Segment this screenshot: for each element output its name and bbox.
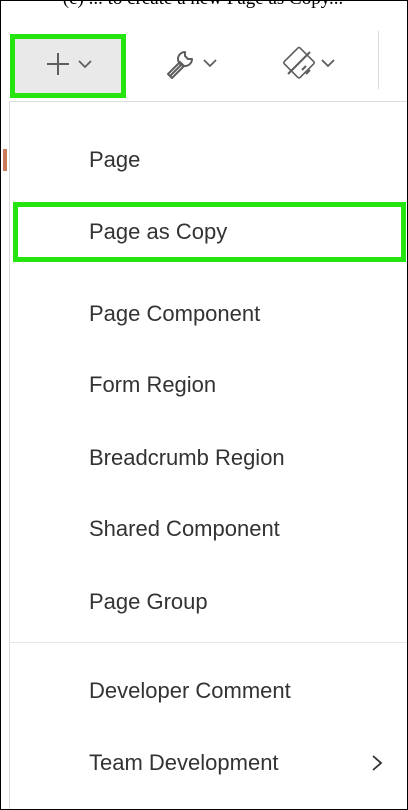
plus-icon <box>43 49 73 84</box>
menu-item-label: Page Group <box>89 589 208 614</box>
menu-item-developer-comment[interactable]: Developer Comment <box>10 661 407 721</box>
menu-item-label: Shared Component <box>89 516 280 541</box>
background-edge-mark <box>3 149 7 171</box>
chevron-down-icon <box>202 56 218 74</box>
create-dropdown-menu: Page Page as Copy Page Component Form Re… <box>9 101 407 809</box>
menu-item-label: Form Region <box>89 372 217 397</box>
toolbar-divider <box>378 31 379 89</box>
shared-components-menu-button[interactable] <box>259 31 359 99</box>
shared-components-icon <box>282 46 316 85</box>
menu-item-page-component[interactable]: Page Component <box>10 284 407 344</box>
menu-item-label: Page Component <box>89 301 261 326</box>
menu-item-page-group[interactable]: Page Group <box>10 572 407 632</box>
menu-divider <box>10 642 407 643</box>
utilities-menu-button[interactable] <box>141 31 241 99</box>
menu-item-page-as-copy[interactable]: Page as Copy <box>13 202 406 262</box>
wrench-icon <box>164 46 198 85</box>
chevron-down-icon <box>320 56 336 74</box>
figure-caption: (e) ... to create a new Page as Copy... <box>0 0 406 10</box>
menu-item-label: Breadcrumb Region <box>89 445 285 470</box>
menu-item-page[interactable]: Page <box>10 130 407 190</box>
menu-item-shared-component[interactable]: Shared Component <box>10 499 407 559</box>
chevron-down-icon <box>77 57 93 75</box>
menu-item-breadcrumb-region[interactable]: Breadcrumb Region <box>10 428 407 488</box>
menu-item-label: Page <box>89 147 141 172</box>
menu-item-label: Team Development <box>89 750 279 775</box>
menu-item-team-development[interactable]: Team Development <box>10 733 407 793</box>
menu-item-form-region[interactable]: Form Region <box>10 355 407 415</box>
toolbar <box>1 1 407 101</box>
create-menu-button[interactable] <box>10 34 126 98</box>
screenshot-frame: Page Page as Copy Page Component Form Re… <box>0 0 408 810</box>
menu-item-label: Developer Comment <box>89 678 291 703</box>
menu-item-label: Page as Copy <box>89 219 228 244</box>
chevron-right-icon <box>370 753 384 773</box>
